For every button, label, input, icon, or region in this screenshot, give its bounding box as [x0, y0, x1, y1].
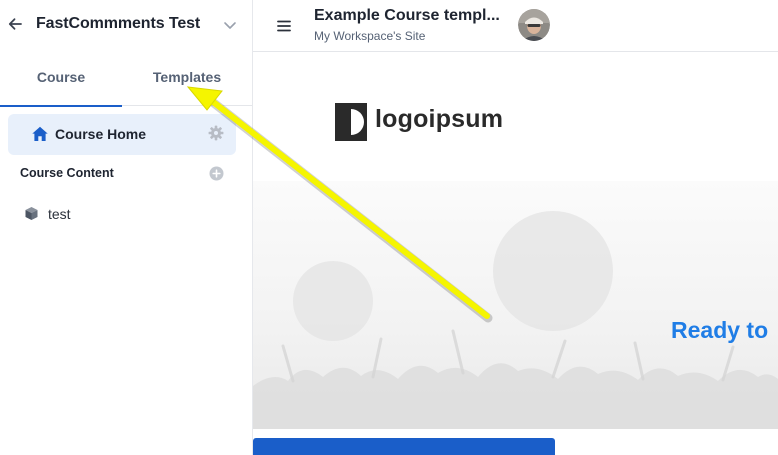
hero-heading: Ready to [671, 317, 769, 343]
course-content-heading: Course Content [20, 166, 114, 180]
cube-icon [25, 207, 38, 220]
project-title[interactable]: FastCommments Test [36, 15, 200, 33]
hero-background-image [253, 181, 778, 429]
sidebar-item-label: Course Home [55, 126, 147, 142]
chevron-down-icon[interactable] [221, 16, 239, 34]
hamburger-menu-icon[interactable] [275, 17, 293, 35]
logo-mark-icon [335, 103, 367, 141]
sidebar-item-label: test [48, 206, 71, 222]
gear-icon[interactable] [208, 125, 224, 141]
hero-cta-button[interactable] [253, 438, 555, 455]
site-name: My Workspace's Site [314, 29, 426, 43]
tab-templates[interactable]: Templates [126, 52, 248, 106]
user-avatar[interactable] [518, 9, 550, 41]
crowd-image [253, 211, 778, 429]
course-title[interactable]: Example Course templ... [314, 7, 500, 25]
sidebar-header: FastCommments Test [0, 0, 252, 50]
tab-course[interactable]: Course [0, 52, 122, 107]
back-arrow-icon[interactable] [5, 14, 25, 34]
sidebar-item-test[interactable]: test [20, 202, 220, 226]
logo: logoipsum [335, 103, 515, 141]
editor-topbar: Example Course templ... My Workspace's S… [253, 0, 778, 52]
home-icon [32, 126, 48, 141]
add-circle-icon[interactable] [209, 166, 224, 181]
sidebar-item-course-home[interactable]: Course Home [8, 114, 236, 155]
logo-text: logoipsum [375, 105, 504, 133]
page-preview-canvas[interactable]: logoipsum Ready to [253, 53, 778, 455]
course-sidebar: FastCommments Test Course Templates Cour… [0, 0, 252, 455]
sidebar-tabs: Course Templates [0, 52, 252, 107]
